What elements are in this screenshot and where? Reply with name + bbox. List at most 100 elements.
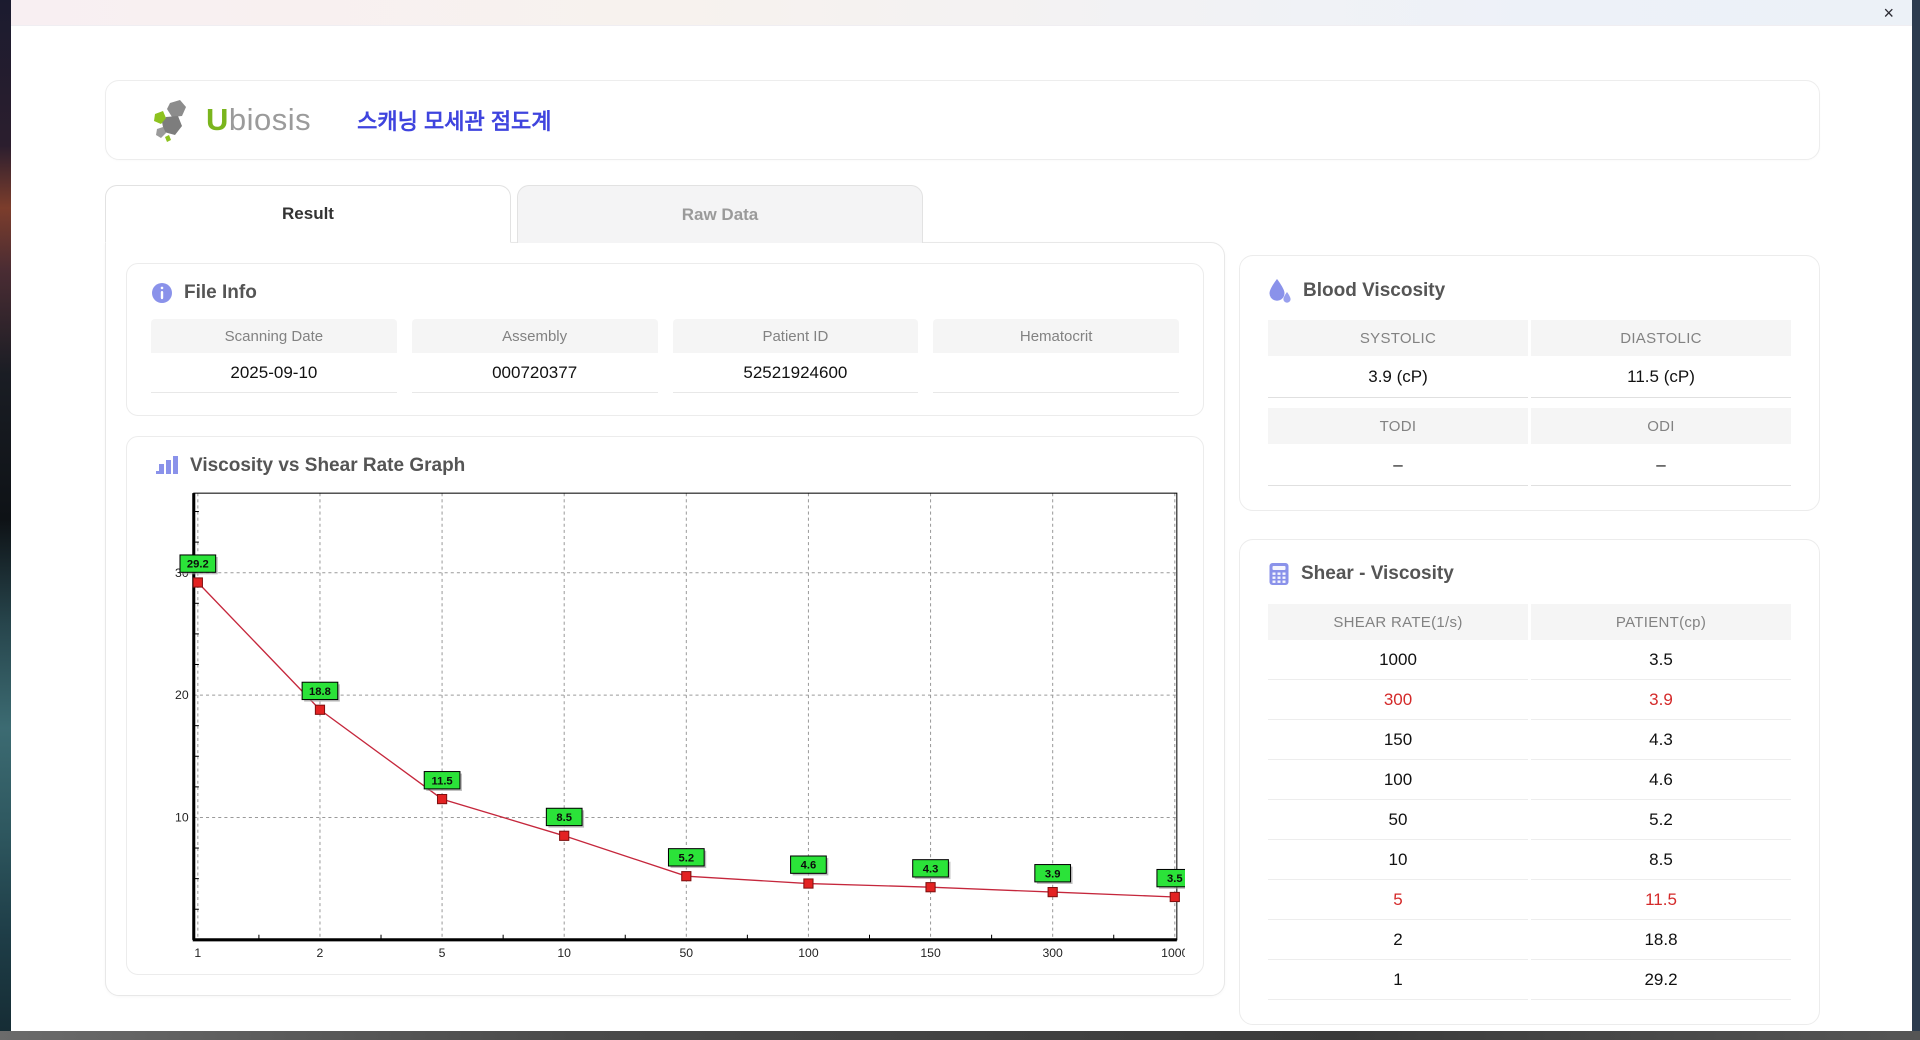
desktop-wallpaper-left: [0, 0, 11, 1040]
y-tick-label: 20: [175, 688, 189, 702]
blood-viscosity-grid: SYSTOLIC DIASTOLIC 3.9 (cP) 11.5 (cP) TODI OD…: [1268, 320, 1791, 486]
y-tick-label: 10: [175, 811, 189, 825]
point-value-label: 4.3: [923, 863, 939, 875]
file-info-field: Hematocrit: [933, 319, 1179, 393]
patient-cell: 5.2: [1531, 800, 1791, 840]
shear-rate-cell: 50: [1268, 800, 1528, 840]
taskbar-edge: [0, 1031, 1920, 1040]
column-header-patient: PATIENT(cp): [1531, 604, 1791, 640]
ubiosis-logo: Ubiosis: [148, 97, 311, 143]
logo-cluster-icon: [154, 100, 186, 142]
patient-cell: 8.5: [1531, 840, 1791, 880]
bv-label: SYSTOLIC: [1268, 320, 1528, 356]
table-row: 300 3.9: [1268, 680, 1791, 720]
bv-label: TODI: [1268, 408, 1528, 444]
shear-table-body: 1000 3.5 300 3.9 150 4.3 100 4.6 50 5.2 10 8.5 5 11.5…: [1268, 640, 1791, 1000]
data-point: 11.5: [423, 771, 462, 805]
bar-chart-icon: [155, 455, 179, 477]
file-info-fields: Scanning Date 2025-09-10 Assembly 000720377…: [151, 319, 1179, 393]
bv-value: –: [1531, 444, 1791, 486]
shear-table: SHEAR RATE(1/s) PATIENT(cp) 1000 3.5 300 3.…: [1268, 604, 1791, 1000]
calculator-icon: [1268, 562, 1290, 586]
desktop-wallpaper-right: [1912, 0, 1920, 1040]
point-value-label: 29.2: [187, 559, 209, 571]
table-row: 100 4.6: [1268, 760, 1791, 800]
shear-rate-cell: 2: [1268, 920, 1528, 960]
point-value-label: 8.5: [556, 812, 572, 824]
point-value-label: 3.9: [1045, 868, 1061, 880]
shear-rate-cell: 100: [1268, 760, 1528, 800]
bv-value: –: [1268, 444, 1528, 486]
left-column: Result Raw Data File Info Scanning Date …: [105, 185, 1225, 997]
tab-raw-data[interactable]: Raw Data: [517, 185, 923, 243]
field-value: 2025-09-10: [151, 353, 397, 393]
chart-area: 1020301251050100150300100029.218.811.58.…: [155, 485, 1185, 964]
table-row: 5 11.5: [1268, 880, 1791, 920]
shear-viscosity-card: Shear - Viscosity SHEAR RATE(1/s) PATIEN…: [1239, 539, 1820, 1025]
point-value-label: 4.6: [801, 860, 817, 872]
file-info-title: File Info: [184, 282, 257, 303]
shear-rate-cell: 5: [1268, 880, 1528, 920]
shear-rate-cell: 1000: [1268, 640, 1528, 680]
blood-viscosity-card: Blood Viscosity SYSTOLIC DIASTOLIC 3.9 (cP…: [1239, 255, 1820, 511]
field-label: Scanning Date: [151, 319, 397, 353]
field-value: 52521924600: [672, 353, 919, 393]
blood-viscosity-title: Blood Viscosity: [1303, 280, 1446, 301]
file-info-card: File Info Scanning Date 2025-09-10 Assembl…: [126, 263, 1204, 416]
right-column: Blood Viscosity SYSTOLIC DIASTOLIC 3.9 (cP…: [1239, 255, 1820, 1025]
x-tick-label: 300: [1042, 946, 1063, 960]
field-value: [933, 353, 1179, 393]
point-value-label: 18.8: [309, 686, 331, 698]
x-tick-label: 50: [680, 946, 694, 960]
shear-rate-cell: 1: [1268, 960, 1528, 1000]
logo-text-accent: U: [206, 102, 229, 137]
viscosity-chart: 1020301251050100150300100029.218.811.58.…: [175, 492, 1185, 960]
point-value-label: 5.2: [679, 852, 695, 864]
bv-value: 11.5 (cP): [1531, 356, 1791, 398]
bv-value: 3.9 (cP): [1268, 356, 1528, 398]
tab-bar: Result Raw Data: [105, 185, 1225, 243]
shear-rate-cell: 10: [1268, 840, 1528, 880]
patient-cell: 4.6: [1531, 760, 1791, 800]
bv-label: ODI: [1531, 408, 1791, 444]
file-info-field: Patient ID 52521924600: [672, 319, 919, 393]
field-label: Hematocrit: [933, 319, 1179, 353]
patient-cell: 4.3: [1531, 720, 1791, 760]
table-row: 10 8.5: [1268, 840, 1791, 880]
app-window: × Ubiosis 스캐닝 모세관 점도계 Result Raw Data Fi…: [11, 0, 1912, 1031]
x-tick-label: 150: [920, 946, 941, 960]
patient-cell: 11.5: [1531, 880, 1791, 920]
shear-rate-cell: 150: [1268, 720, 1528, 760]
info-icon: [151, 282, 173, 304]
column-header-shear-rate: SHEAR RATE(1/s): [1268, 604, 1528, 640]
patient-cell: 29.2: [1531, 960, 1791, 1000]
x-tick-label: 5: [439, 946, 446, 960]
field-label: Patient ID: [672, 319, 919, 353]
patient-cell: 3.5: [1531, 640, 1791, 680]
table-row: 150 4.3: [1268, 720, 1791, 760]
graph-title: Viscosity vs Shear Rate Graph: [190, 455, 466, 476]
shear-table-header: SHEAR RATE(1/s) PATIENT(cp): [1268, 604, 1791, 640]
point-value-label: 11.5: [431, 775, 452, 787]
table-row: 1000 3.5: [1268, 640, 1791, 680]
app-content: Ubiosis 스캐닝 모세관 점도계 Result Raw Data File…: [11, 26, 1912, 1025]
shear-viscosity-title: Shear - Viscosity: [1301, 563, 1454, 584]
file-info-field: Scanning Date 2025-09-10: [151, 319, 397, 393]
field-label: Assembly: [411, 319, 658, 353]
x-tick-label: 1000: [1161, 946, 1185, 960]
droplets-icon: [1268, 278, 1292, 304]
logo-text: Ubiosis: [206, 102, 311, 138]
x-tick-label: 10: [557, 946, 571, 960]
logo-text-rest: biosis: [228, 102, 312, 137]
title-bar: ×: [11, 0, 1912, 26]
graph-card: Viscosity vs Shear Rate Graph 1020301251…: [126, 436, 1204, 976]
bv-label: DIASTOLIC: [1531, 320, 1791, 356]
field-value: 000720377: [411, 353, 658, 393]
tab-result[interactable]: Result: [105, 185, 511, 243]
close-icon[interactable]: ×: [1883, 4, 1894, 22]
table-row: 1 29.2: [1268, 960, 1791, 1000]
x-tick-label: 100: [798, 946, 819, 960]
table-row: 2 18.8: [1268, 920, 1791, 960]
result-tab-panel: File Info Scanning Date 2025-09-10 Assembl…: [105, 242, 1225, 997]
patient-cell: 18.8: [1531, 920, 1791, 960]
